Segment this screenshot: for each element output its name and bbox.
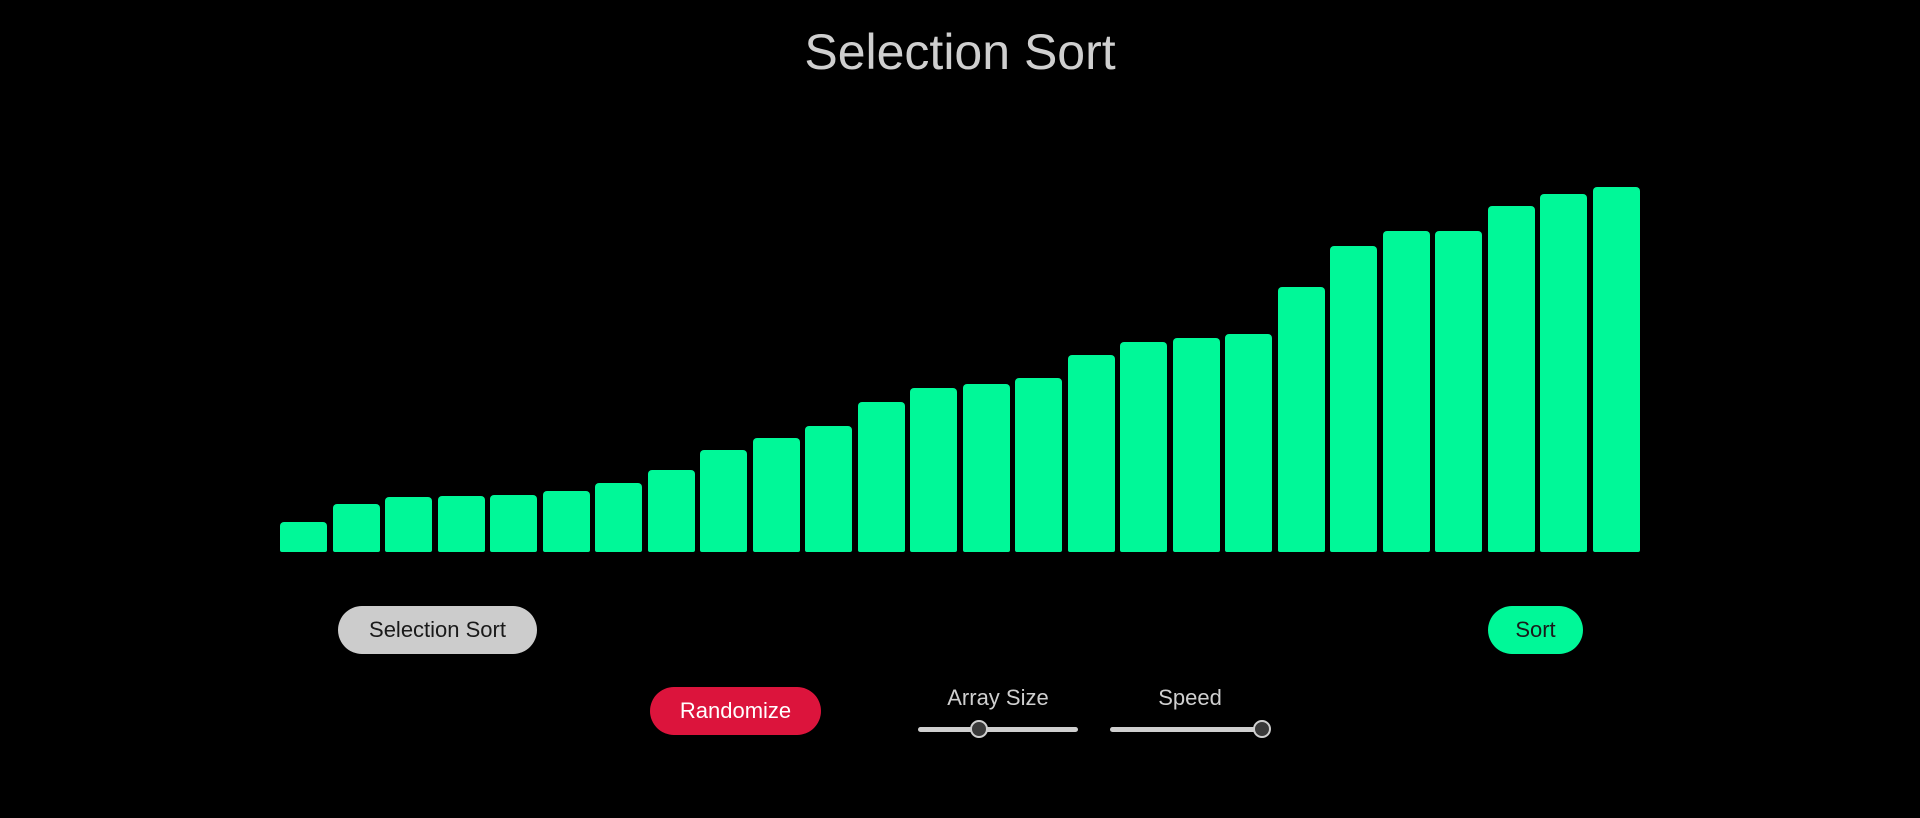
array-bar — [1068, 355, 1115, 552]
array-bar — [1015, 378, 1062, 552]
speed-slider-thumb[interactable] — [1253, 720, 1271, 738]
array-bar — [438, 496, 485, 552]
sorting-visualizer: Selection Sort Selection Sort Sort Rando… — [0, 0, 1920, 818]
randomize-button[interactable]: Randomize — [650, 687, 821, 735]
array-bar — [1540, 194, 1587, 552]
algorithm-select-button[interactable]: Selection Sort — [338, 606, 537, 654]
array-size-label: Array Size — [947, 685, 1049, 710]
array-bar — [1435, 231, 1482, 552]
array-bar — [1225, 334, 1272, 552]
array-size-slider[interactable] — [918, 727, 1078, 732]
array-bar — [595, 483, 642, 552]
sort-button[interactable]: Sort — [1488, 606, 1583, 654]
speed-label: Speed — [1158, 685, 1222, 710]
array-bar — [1488, 206, 1535, 552]
array-bar — [1383, 231, 1430, 552]
array-bar — [490, 495, 537, 552]
array-bar — [333, 504, 380, 552]
array-bar — [700, 450, 747, 552]
array-bar — [1120, 342, 1167, 552]
array-bar — [385, 497, 432, 552]
array-bar — [753, 438, 800, 552]
array-bar — [648, 470, 695, 552]
array-bar — [963, 384, 1010, 552]
array-bar — [280, 522, 327, 552]
array-bar — [1330, 246, 1377, 552]
array-bar — [910, 388, 957, 552]
array-bar — [1173, 338, 1220, 552]
page-title: Selection Sort — [804, 24, 1116, 80]
bar-chart — [280, 160, 1640, 552]
array-bar — [1593, 187, 1640, 552]
array-bar — [1278, 287, 1325, 552]
array-bar — [805, 426, 852, 552]
array-bar — [858, 402, 905, 552]
speed-slider[interactable] — [1110, 727, 1270, 732]
array-bar — [543, 491, 590, 552]
array-size-slider-thumb[interactable] — [969, 720, 988, 738]
